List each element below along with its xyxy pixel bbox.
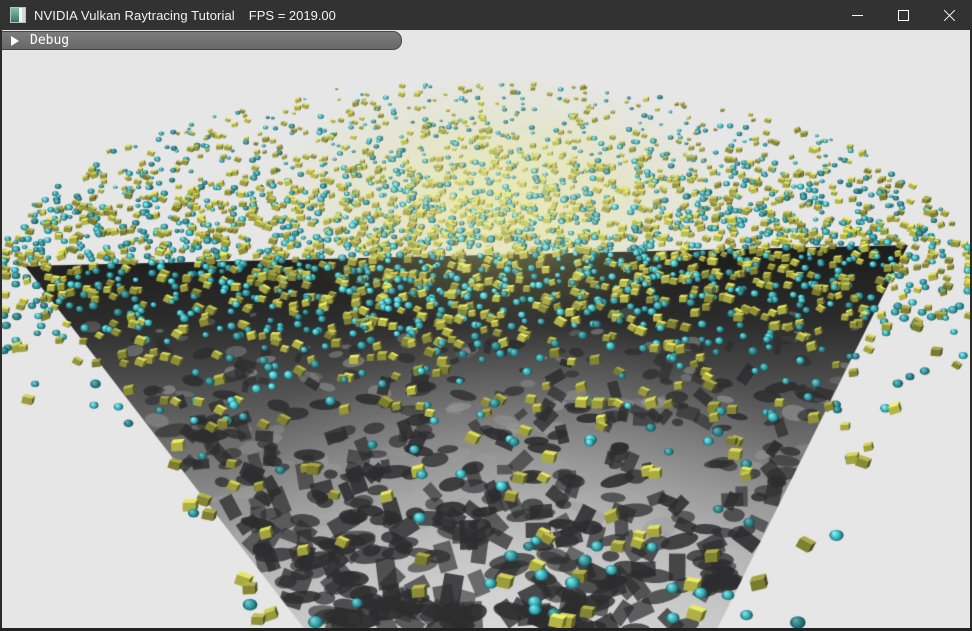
minimize-icon — [852, 15, 863, 16]
minimize-button[interactable] — [834, 0, 880, 30]
close-button[interactable] — [926, 0, 972, 30]
app-icon-gray-pane — [22, 8, 25, 22]
debug-collapsing-header[interactable]: Debug — [2, 31, 402, 50]
app-icon-teal-pane — [11, 8, 19, 22]
maximize-button[interactable] — [880, 0, 926, 30]
fps-counter: FPS = 2019.00 — [249, 8, 336, 23]
maximize-icon — [898, 10, 909, 21]
collapse-arrow-icon — [11, 36, 19, 46]
render-viewport[interactable] — [0, 30, 972, 631]
app-icon — [10, 7, 26, 23]
window-title: NVIDIA Vulkan Raytracing Tutorial — [34, 8, 235, 23]
debug-header-label: Debug — [30, 33, 69, 48]
window-controls — [834, 0, 972, 30]
close-icon — [943, 9, 956, 22]
titlebar: NVIDIA Vulkan Raytracing Tutorial FPS = … — [0, 0, 972, 30]
app-window: NVIDIA Vulkan Raytracing Tutorial FPS = … — [0, 0, 972, 631]
window-border-left — [0, 30, 2, 631]
